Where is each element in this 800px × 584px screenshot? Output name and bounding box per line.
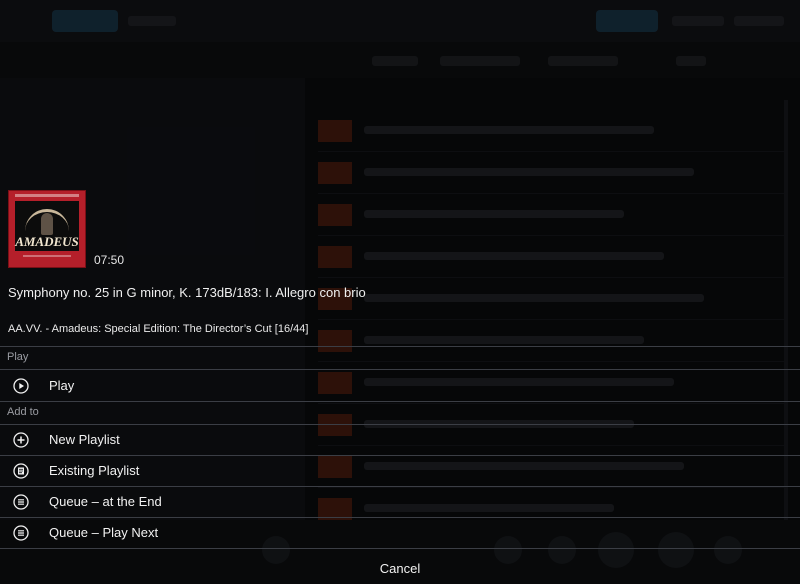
queue-at-end-label: Queue – at the End (49, 494, 162, 509)
playlist-icon (13, 462, 29, 479)
play-action-label: Play (49, 378, 75, 393)
divider (0, 401, 800, 402)
existing-playlist-action[interactable]: Existing Playlist (0, 455, 800, 486)
plus-circle-icon (13, 431, 29, 448)
album-art-logo: AMADEUS (15, 234, 79, 249)
screen: AMADEUS 07:50 Symphony no. 25 in G minor… (0, 0, 800, 584)
section-label-add-to: Add to (7, 406, 39, 418)
album-art: AMADEUS (8, 190, 86, 268)
play-action[interactable]: Play (0, 370, 800, 401)
play-circle-icon (13, 377, 29, 394)
queue-icon (13, 493, 29, 510)
new-playlist-label: New Playlist (49, 432, 120, 447)
new-playlist-action[interactable]: New Playlist (0, 424, 800, 455)
section-label-play: Play (7, 351, 29, 363)
queue-icon (13, 524, 29, 541)
cancel-button[interactable]: Cancel (0, 552, 800, 584)
queue-play-next-label: Queue – Play Next (49, 525, 159, 540)
track-duration: 07:50 (94, 253, 125, 267)
divider (0, 548, 800, 549)
queue-at-end-action[interactable]: Queue – at the End (0, 486, 800, 517)
track-title: Symphony no. 25 in G minor, K. 173dB/183… (8, 285, 366, 300)
queue-play-next-action[interactable]: Queue – Play Next (0, 517, 800, 548)
track-action-sheet: AMADEUS 07:50 Symphony no. 25 in G minor… (0, 0, 800, 584)
divider (0, 346, 800, 347)
album-info: AA.VV. - Amadeus: Special Edition: The D… (8, 323, 309, 335)
existing-playlist-label: Existing Playlist (49, 463, 140, 478)
